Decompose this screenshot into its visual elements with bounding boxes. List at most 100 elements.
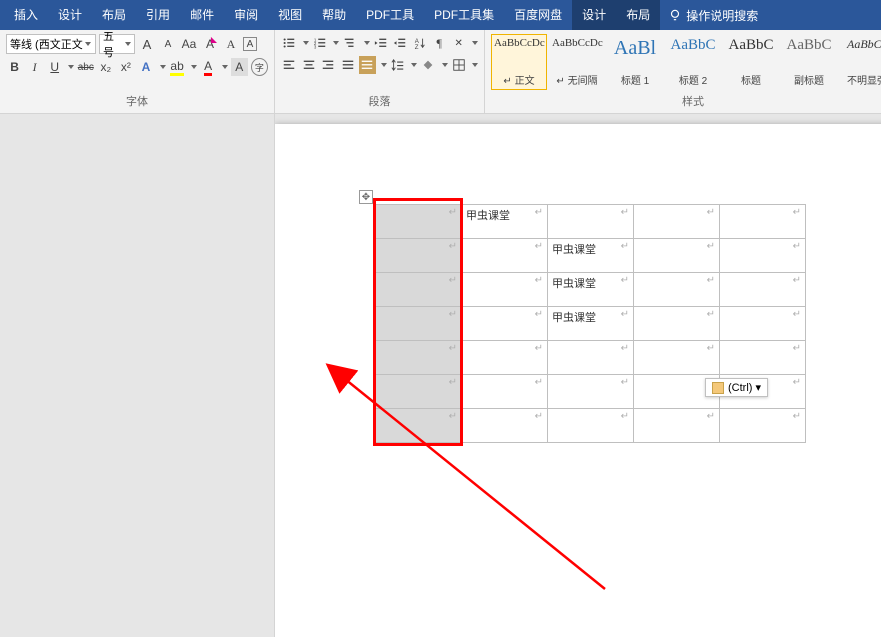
highlight-button[interactable]: ab xyxy=(169,58,186,76)
multilevel-button[interactable] xyxy=(342,34,359,52)
font-size-combo[interactable]: 五号 xyxy=(99,34,135,54)
style-item-6[interactable]: AaBbCc不明显强 xyxy=(839,34,881,90)
table-cell[interactable]: ↵ xyxy=(634,273,720,307)
table-cell[interactable]: ↵ xyxy=(634,239,720,273)
menu-tab-11[interactable]: 设计 xyxy=(572,0,616,30)
style-item-5[interactable]: AaBbC副标题 xyxy=(781,34,837,90)
font-color-button[interactable]: A xyxy=(200,58,217,76)
style-item-2[interactable]: AaBl标题 1 xyxy=(607,34,663,90)
table-cell[interactable]: ↵ xyxy=(720,239,806,273)
document-table[interactable]: ↵甲虫课堂↵↵↵↵↵↵甲虫课堂↵↵↵↵↵甲虫课堂↵↵↵↵↵甲虫课堂↵↵↵↵↵↵↵… xyxy=(375,204,806,443)
tell-me[interactable]: 操作说明搜索 xyxy=(668,7,758,24)
align-center-button[interactable] xyxy=(301,56,318,74)
font-name-combo[interactable]: 等线 (西文正文 xyxy=(6,34,96,54)
numbering-button[interactable]: 123 xyxy=(312,34,329,52)
table-cell[interactable]: ↵ xyxy=(376,375,462,409)
shading-button[interactable] xyxy=(420,56,437,74)
table-cell[interactable]: 甲虫课堂↵ xyxy=(548,307,634,341)
table-cell[interactable]: ↵ xyxy=(376,409,462,443)
distribute-button[interactable] xyxy=(359,56,376,74)
grow-font-button[interactable]: A xyxy=(138,35,156,53)
snap-button[interactable]: ✕ xyxy=(451,34,468,52)
document-page: ✥ ↵甲虫课堂↵↵↵↵↵↵甲虫课堂↵↵↵↵↵甲虫课堂↵↵↵↵↵甲虫课堂↵↵↵↵↵… xyxy=(275,124,881,637)
style-item-1[interactable]: AaBbCcDc↵ 无间隔 xyxy=(549,34,605,90)
table-cell[interactable]: ↵ xyxy=(720,205,806,239)
table-cell[interactable]: ↵ xyxy=(462,375,548,409)
table-cell[interactable]: ↵ xyxy=(634,341,720,375)
menu-tab-9[interactable]: PDF工具集 xyxy=(424,0,504,30)
char-shading-button[interactable]: A xyxy=(231,58,248,76)
style-name: 副标题 xyxy=(784,72,834,87)
line-spacing-button[interactable] xyxy=(390,56,407,74)
table-cell[interactable]: ↵ xyxy=(634,205,720,239)
table-cell[interactable]: 甲虫课堂↵ xyxy=(548,239,634,273)
table-cell[interactable]: ↵ xyxy=(462,307,548,341)
table-cell[interactable]: ↵ xyxy=(720,341,806,375)
style-item-3[interactable]: AaBbC标题 2 xyxy=(665,34,721,90)
underline-button[interactable]: U xyxy=(46,58,63,76)
show-marks-button[interactable]: ¶ xyxy=(431,34,448,52)
enclose-char-button[interactable]: 字 xyxy=(251,58,268,76)
paste-options-button[interactable]: (Ctrl) ▾ xyxy=(705,378,768,397)
table-cell[interactable]: ↵ xyxy=(376,239,462,273)
menu-tab-12[interactable]: 布局 xyxy=(616,0,660,30)
style-item-0[interactable]: AaBbCcDc↵ 正文 xyxy=(491,34,547,90)
decrease-indent-button[interactable] xyxy=(373,34,390,52)
page-area[interactable]: ✥ ↵甲虫课堂↵↵↵↵↵↵甲虫课堂↵↵↵↵↵甲虫课堂↵↵↵↵↵甲虫课堂↵↵↵↵↵… xyxy=(275,114,881,637)
menu-tab-5[interactable]: 审阅 xyxy=(224,0,268,30)
menu-tab-4[interactable]: 邮件 xyxy=(180,0,224,30)
subscript-button[interactable]: x₂ xyxy=(97,58,114,76)
menu-tab-2[interactable]: 布局 xyxy=(92,0,136,30)
table-cell[interactable]: ↵ xyxy=(548,341,634,375)
sort-button[interactable]: AZ xyxy=(412,34,429,52)
borders-button[interactable] xyxy=(451,56,468,74)
increase-indent-button[interactable] xyxy=(392,34,409,52)
table-cell[interactable]: ↵ xyxy=(462,341,548,375)
bold-button[interactable]: B xyxy=(6,58,23,76)
table-cell[interactable]: ↵ xyxy=(548,205,634,239)
table-cell[interactable]: ↵ xyxy=(634,307,720,341)
table-cell[interactable]: ↵ xyxy=(462,239,548,273)
para-mark-icon: ↵ xyxy=(449,207,457,218)
shrink-font-button[interactable]: A xyxy=(159,35,177,53)
table-cell[interactable]: ↵ xyxy=(720,307,806,341)
table-move-handle[interactable]: ✥ xyxy=(359,190,373,204)
navigation-pane[interactable] xyxy=(0,114,275,637)
table-cell[interactable]: ↵ xyxy=(720,409,806,443)
para-mark-icon: ↵ xyxy=(621,411,629,422)
clear-format-button[interactable]: A◣ xyxy=(201,35,219,53)
style-item-4[interactable]: AaBbC标题 xyxy=(723,34,779,90)
table-cell[interactable]: ↵ xyxy=(376,341,462,375)
table-cell[interactable]: ↵ xyxy=(634,409,720,443)
table-cell[interactable]: ↵ xyxy=(548,409,634,443)
menu-tab-7[interactable]: 帮助 xyxy=(312,0,356,30)
menu-tab-8[interactable]: PDF工具 xyxy=(356,0,424,30)
para-mark-icon: ↵ xyxy=(535,241,543,252)
table-cell[interactable]: 甲虫课堂↵ xyxy=(548,273,634,307)
menu-tab-3[interactable]: 引用 xyxy=(136,0,180,30)
group-styles: AaBbCcDc↵ 正文AaBbCcDc↵ 无间隔AaBl标题 1AaBbC标题… xyxy=(485,30,881,113)
superscript-button[interactable]: x² xyxy=(117,58,134,76)
menu-tab-1[interactable]: 设计 xyxy=(48,0,92,30)
menu-tab-0[interactable]: 插入 xyxy=(4,0,48,30)
align-right-button[interactable] xyxy=(320,56,337,74)
table-cell[interactable]: ↵ xyxy=(376,205,462,239)
phonetic-guide-button[interactable]: A xyxy=(222,35,240,53)
italic-button[interactable]: I xyxy=(26,58,43,76)
menu-tab-6[interactable]: 视图 xyxy=(268,0,312,30)
table-cell[interactable]: ↵ xyxy=(462,409,548,443)
justify-button[interactable] xyxy=(340,56,357,74)
bullets-button[interactable] xyxy=(281,34,298,52)
table-cell[interactable]: ↵ xyxy=(720,273,806,307)
char-border-button[interactable]: A xyxy=(243,37,257,51)
table-cell[interactable]: ↵ xyxy=(376,273,462,307)
menu-tab-10[interactable]: 百度网盘 xyxy=(504,0,572,30)
table-cell[interactable]: ↵ xyxy=(548,375,634,409)
align-left-button[interactable] xyxy=(281,56,298,74)
table-cell[interactable]: ↵ xyxy=(376,307,462,341)
strike-button[interactable]: abc xyxy=(77,58,94,76)
table-cell[interactable]: ↵ xyxy=(462,273,548,307)
text-effects-button[interactable]: A xyxy=(137,58,154,76)
table-cell[interactable]: 甲虫课堂↵ xyxy=(462,205,548,239)
change-case-button[interactable]: Aa xyxy=(180,35,198,53)
